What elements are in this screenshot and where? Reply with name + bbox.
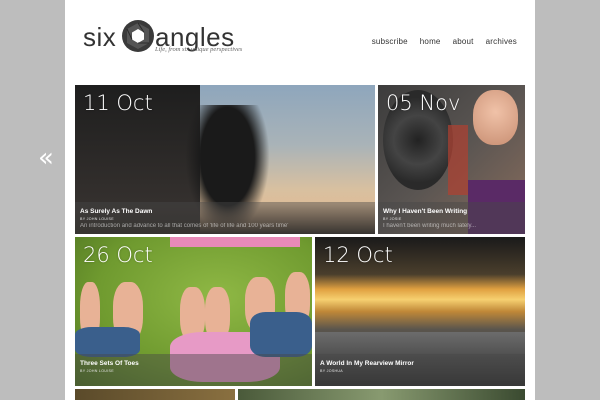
photo-face (473, 90, 518, 145)
post-author: BY JOSHUA (320, 369, 344, 373)
post-caption: Three Sets Of Toes BY JOHN LOUISE (75, 354, 312, 386)
photo-jeans (75, 327, 140, 357)
post-title[interactable]: Why I Haven't Been Writing (383, 208, 467, 215)
post-tile[interactable] (238, 389, 525, 400)
post-caption: A World In My Rearview Mirror BY JOSHUA (315, 354, 525, 386)
nav-about[interactable]: about (453, 37, 474, 46)
post-author: BY JOHN LOUISE (80, 369, 114, 373)
photo-jeans (250, 312, 312, 357)
post-date: 12 Oct (323, 243, 393, 267)
post-date: 26 Oct (83, 243, 153, 267)
post-title[interactable]: Three Sets Of Toes (80, 360, 139, 367)
previous-posts-arrow[interactable]: « (38, 145, 54, 171)
nav-home[interactable]: home (420, 37, 441, 46)
site-logo[interactable]: six angles Life, from six unique perspec… (83, 14, 263, 60)
nav-subscribe[interactable]: subscribe (372, 37, 408, 46)
site-tagline: Life, from six unique perspectives (155, 46, 243, 53)
post-tile[interactable]: 11 Oct As Surely As The Dawn BY JOHN LOU… (75, 85, 375, 234)
post-caption: Why I Haven't Been Writing BY JOSIE I ha… (378, 202, 525, 234)
post-excerpt: I haven't been writing much lately... (383, 223, 477, 229)
post-tile[interactable]: 05 Nov Why I Haven't Been Writing BY JOS… (378, 85, 525, 234)
logo-word-six: six (83, 22, 117, 52)
aperture-icon (122, 20, 154, 52)
main-nav: subscribe home about archives (372, 37, 517, 46)
post-date: 11 Oct (83, 91, 153, 115)
post-tile[interactable]: 26 Oct Three Sets Of Toes BY JOHN LOUISE (75, 237, 312, 386)
nav-archives[interactable]: archives (486, 37, 517, 46)
photo-fabric (170, 237, 300, 247)
photo-detail (448, 125, 468, 195)
post-title[interactable]: As Surely As The Dawn (80, 208, 152, 215)
post-title[interactable]: A World In My Rearview Mirror (320, 360, 414, 367)
post-tile[interactable] (75, 389, 235, 400)
post-date: 05 Nov (386, 91, 461, 115)
post-tile[interactable]: 12 Oct A World In My Rearview Mirror BY … (315, 237, 525, 386)
content-column: six angles Life, from six unique perspec… (65, 0, 535, 400)
post-author: BY JOHN LOUISE (80, 217, 114, 221)
post-author: BY JOSIE (383, 217, 402, 221)
post-excerpt: An introduction and advance to all that … (80, 223, 289, 229)
post-caption: As Surely As The Dawn BY JOHN LOUISE An … (75, 202, 375, 234)
